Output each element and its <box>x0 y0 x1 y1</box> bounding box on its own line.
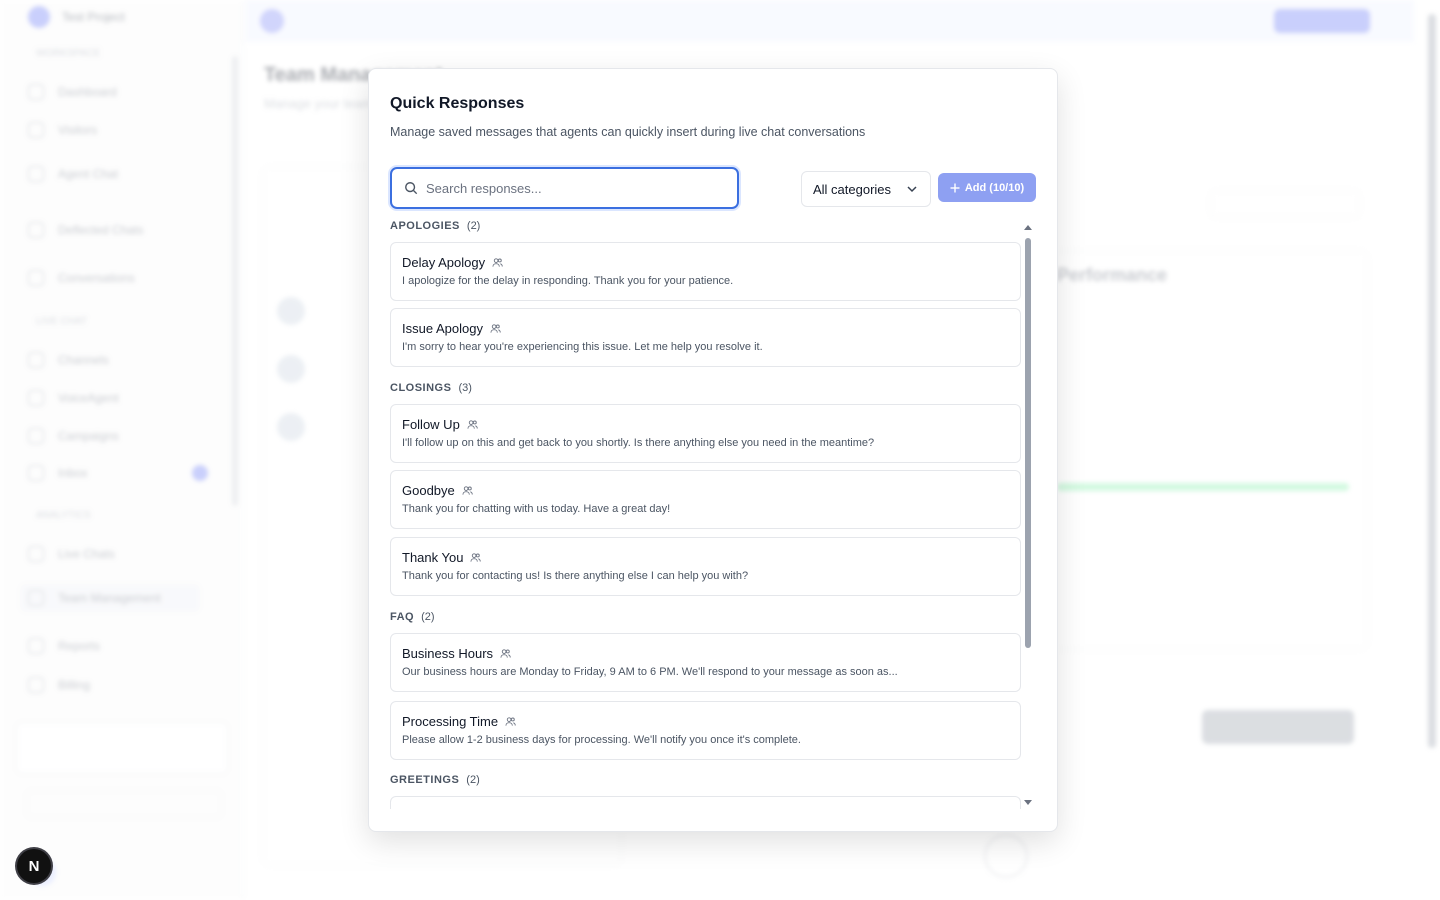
category-select-value: All categories <box>813 181 892 197</box>
group-heading-greetings: GREETINGS (2) <box>390 774 480 786</box>
group-heading-closings: CLOSINGS (3) <box>390 382 472 394</box>
response-item[interactable]: Follow Up I'll follow up on this and get… <box>390 404 1021 463</box>
response-item[interactable]: Goodbye Thank you for chatting with us t… <box>390 470 1021 529</box>
scroll-down-icon[interactable] <box>1024 800 1032 805</box>
response-text: Thank you for contacting us! Is there an… <box>402 570 749 582</box>
response-text: Our business hours are Monday to Friday,… <box>402 666 898 678</box>
response-title: Thank You <box>402 550 464 565</box>
response-item[interactable]: Thank You Thank you for contacting us! I… <box>390 537 1021 596</box>
dialog-description: Manage saved messages that agents can qu… <box>390 125 866 139</box>
users-icon <box>490 324 501 333</box>
response-text: Thank you for chatting with us today. Ha… <box>402 503 671 515</box>
response-title: Goodbye <box>402 483 455 498</box>
response-text: I'll follow up on this and get back to y… <box>402 437 875 449</box>
group-heading-faq: FAQ (2) <box>390 611 435 623</box>
response-item[interactable]: Issue Apology I'm sorry to hear you're e… <box>390 308 1021 367</box>
response-text: Please allow 1-2 business days for proce… <box>402 734 801 746</box>
add-response-label: Add (10/10) <box>964 181 1025 194</box>
response-item[interactable]: Processing Time Please allow 1-2 busines… <box>390 701 1021 760</box>
users-icon <box>500 649 511 658</box>
search-input[interactable] <box>426 180 716 196</box>
response-title: Processing Time <box>402 714 499 729</box>
scroll-up-icon[interactable] <box>1024 225 1032 230</box>
users-icon <box>505 717 516 726</box>
users-icon <box>470 553 482 562</box>
responses-list[interactable]: APOLOGIES (2) Delay Apology I apologize f… <box>390 215 1022 809</box>
response-item[interactable]: Business Hours Our business hours are Mo… <box>390 633 1021 692</box>
users-icon <box>462 486 473 495</box>
users-icon <box>467 420 478 429</box>
users-icon <box>492 258 503 267</box>
search-box[interactable] <box>390 167 739 209</box>
search-icon <box>405 182 418 195</box>
nextjs-badge[interactable]: N <box>17 849 51 883</box>
category-select[interactable]: All categories <box>801 171 931 207</box>
response-title: Issue Apology <box>402 321 483 336</box>
response-title: Delay Apology <box>402 255 486 270</box>
scrollbar-thumb[interactable] <box>1025 238 1031 648</box>
response-title: Business Hours <box>402 646 494 661</box>
dialog-title: Quick Responses <box>390 95 525 112</box>
response-text: I apologize for the delay in responding.… <box>402 275 734 287</box>
quick-responses-dialog: Quick Responses Manage saved messages th… <box>368 68 1058 832</box>
plus-icon <box>950 183 960 192</box>
response-item[interactable] <box>390 796 1021 809</box>
response-item[interactable]: Delay Apology I apologize for the delay … <box>390 242 1021 301</box>
add-response-button[interactable]: Add (10/10) <box>938 173 1036 202</box>
response-title: Follow Up <box>402 417 460 432</box>
list-scrollbar[interactable] <box>1023 225 1033 807</box>
group-heading-apologies: APOLOGIES (2) <box>390 220 481 232</box>
chevron-down-icon <box>907 186 917 193</box>
response-text: I'm sorry to hear you're experiencing th… <box>402 341 763 353</box>
